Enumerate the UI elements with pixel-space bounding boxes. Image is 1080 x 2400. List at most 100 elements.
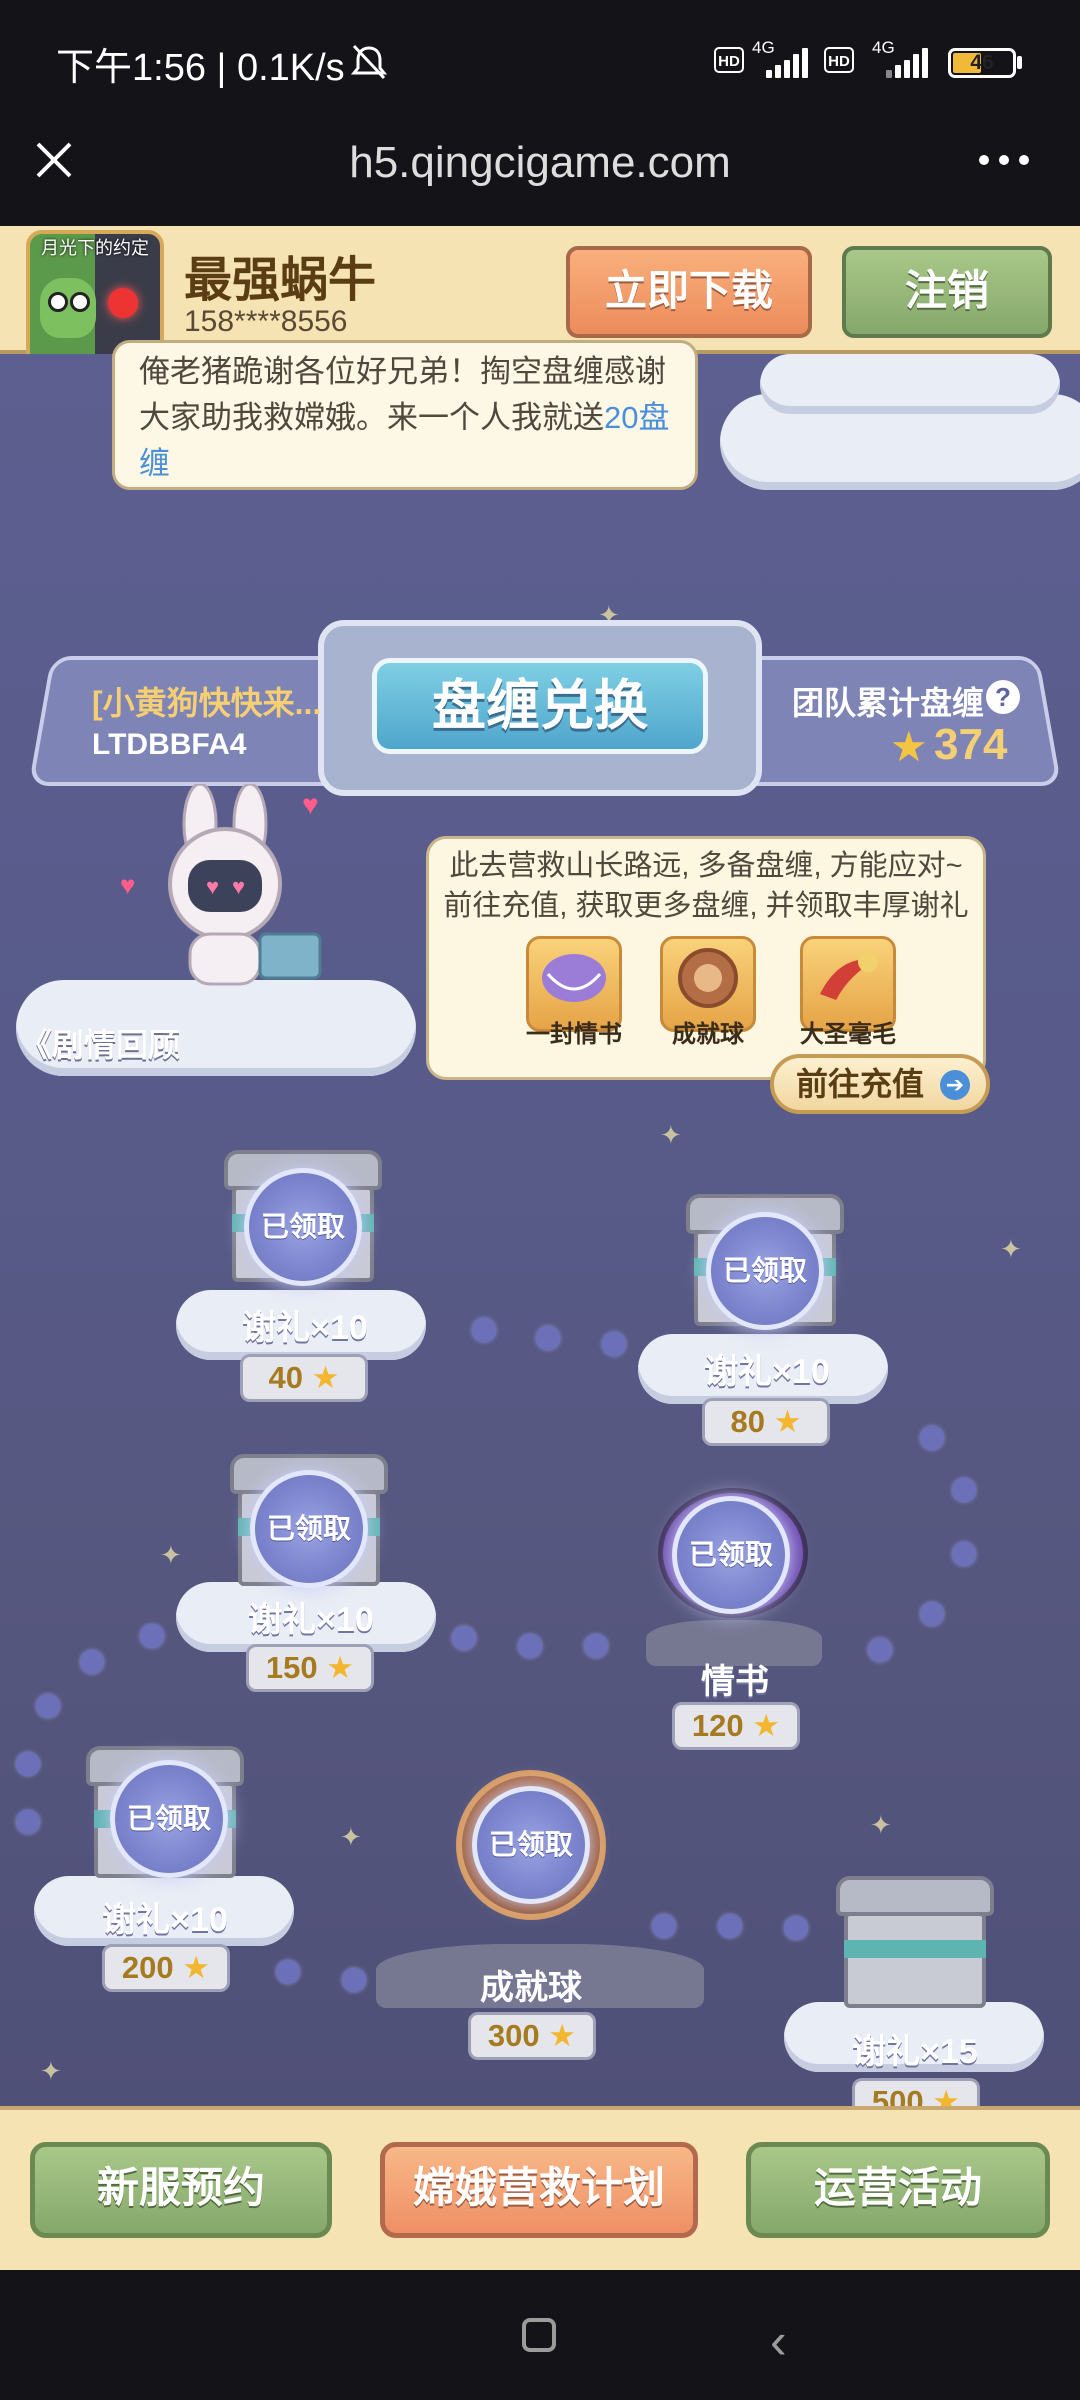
more-icon[interactable] [976,150,1036,170]
claimed-badge: 已领取 [472,1786,590,1904]
item-cost: 150 ★ [246,1644,374,1692]
reward-label: 一封情书 [526,1021,622,1048]
help-icon[interactable]: ? [986,680,1020,714]
path-dot [584,1634,608,1658]
star-icon: ★ [890,723,928,770]
claimed-badge: 已领取 [706,1212,824,1330]
path-dot [140,1624,164,1648]
path-dot [652,1914,676,1938]
item-cost: 120 ★ [672,1702,800,1750]
claimed-badge: 已领取 [244,1168,362,1286]
sparkle: ✦ [40,2056,62,2086]
signal-icon [766,48,814,78]
speech-bubble: 俺老猪跪谢各位好兄弟！掏空盘缠感谢大家助我救嫦娥。来一个人我就送20盘缠 [112,340,698,490]
item-label: 谢礼×15 [852,2033,978,2071]
team-total-value: 374 [934,720,1008,769]
cost-value: 120 [691,1708,744,1743]
reward-label: 大圣毫毛 [800,1021,896,1048]
team-name: [小黄狗快快来... [92,685,322,721]
path-dot [868,1638,892,1662]
item-cost: 500 ★ [852,2078,980,2106]
battery-level: 46 [970,51,994,74]
cost-value: 40 [268,1360,304,1395]
hd-icon-2: HD [824,47,854,73]
gift-chest-icon [830,1876,1000,2016]
claimed-badge: 已领取 [110,1760,228,1878]
claimed-badge: 已领取 [672,1496,790,1614]
hd-icon: HD [714,47,744,73]
item-label: 成就球 [480,1969,582,2007]
svg-text:♥: ♥ [120,870,135,900]
recharge-button-label: 前往充值 [796,1066,925,1102]
item-cost: 40 ★ [240,1354,368,1402]
path-dot [602,1332,626,1356]
team-total-label: 团队累计盘缠 [792,685,985,721]
path-dot [920,1426,944,1450]
arrow-right-icon: ➔ [940,1070,970,1100]
path-dot [536,1326,560,1350]
love-letter-icon [542,954,606,1002]
sparkle: ✦ [340,1822,362,1852]
download-button[interactable]: 立即下载 [566,246,812,338]
star-icon: ★ [752,1708,781,1743]
svg-text:♥: ♥ [206,874,219,899]
cloud [760,354,1060,414]
svg-text:♥: ♥ [302,789,319,820]
path-dot [518,1634,542,1658]
back-icon[interactable]: ‹ [770,2312,787,2370]
path-dot [80,1650,104,1674]
rescue-plan-tab[interactable]: 嫦娥营救计划 [380,2142,698,2238]
achievement-orb-icon [678,948,738,1008]
item-label: 谢礼×10 [704,1353,830,1391]
path-dot [276,1960,300,1984]
sparkle: ✦ [1000,1234,1022,1264]
status-time: 下午1:56 | 0.1K/s [56,47,345,89]
path-dot [16,1752,40,1776]
events-button[interactable]: 运营活动 [746,2142,1050,2238]
home-icon[interactable] [522,2318,556,2352]
star-icon: ★ [311,1360,340,1395]
avatar-tag: 月光下的约定 [41,238,149,258]
path-dot [784,1916,808,1940]
path-dot [952,1478,976,1502]
path-dot [472,1318,496,1342]
battery-icon: 46 [948,48,1016,78]
path-dot [718,1914,742,1938]
story-review-button[interactable]: 《剧情回顾 [20,1020,206,1074]
cost-value: 80 [730,1404,766,1439]
item-label: 谢礼×10 [242,1309,368,1347]
star-icon: ★ [773,1404,802,1439]
recharge-line-2: 前往充值, 获取更多盘缠, 并领取丰厚谢礼 [443,890,969,922]
url-bar[interactable]: h5.qingcigame.com [0,128,1080,198]
claimed-badge: 已领取 [250,1470,368,1588]
bubble-text: 俺老猪跪谢各位好兄弟！掏空盘缠感谢大家助我救嫦娥。来一个人我就送 [139,354,666,435]
path-dot [16,1810,40,1834]
battery-tip [1017,56,1022,69]
star-icon: ★ [326,1650,355,1685]
item-cost: 200 ★ [102,1944,230,1992]
cost-value: 150 [265,1650,318,1685]
item-cost: 300 ★ [468,2012,596,2060]
exchange-title: 盘缠兑换 [372,658,708,754]
logout-button[interactable]: 注销 [842,246,1052,338]
status-bar: 下午1:56 | 0.1K/s HD 4G HD 4G 46 [0,0,1080,125]
item-label: 情书 [701,1663,769,1701]
star-icon: ★ [932,2084,961,2106]
sparkle: ✦ [160,1540,182,1570]
mute-icon [350,44,388,80]
item-label: 谢礼×10 [248,1601,374,1639]
cost-value: 500 [871,2084,924,2106]
item-label: 谢礼×10 [102,1901,228,1939]
game-title: 最强蜗牛 [184,254,377,307]
recharge-button[interactable]: 前往充值 ➔ [770,1054,990,1114]
sparkle: ✦ [870,1810,892,1840]
path-dot [952,1542,976,1566]
star-icon: ★ [182,1950,211,1985]
item-cost: 80 ★ [702,1398,830,1446]
reward-label: 成就球 [672,1021,744,1048]
team-code: LTDBBFA4 [92,728,247,761]
cost-value: 200 [121,1950,174,1985]
path-dot [36,1694,60,1718]
path-dot [452,1626,476,1650]
new-server-reserve-button[interactable]: 新服预约 [30,2142,332,2238]
